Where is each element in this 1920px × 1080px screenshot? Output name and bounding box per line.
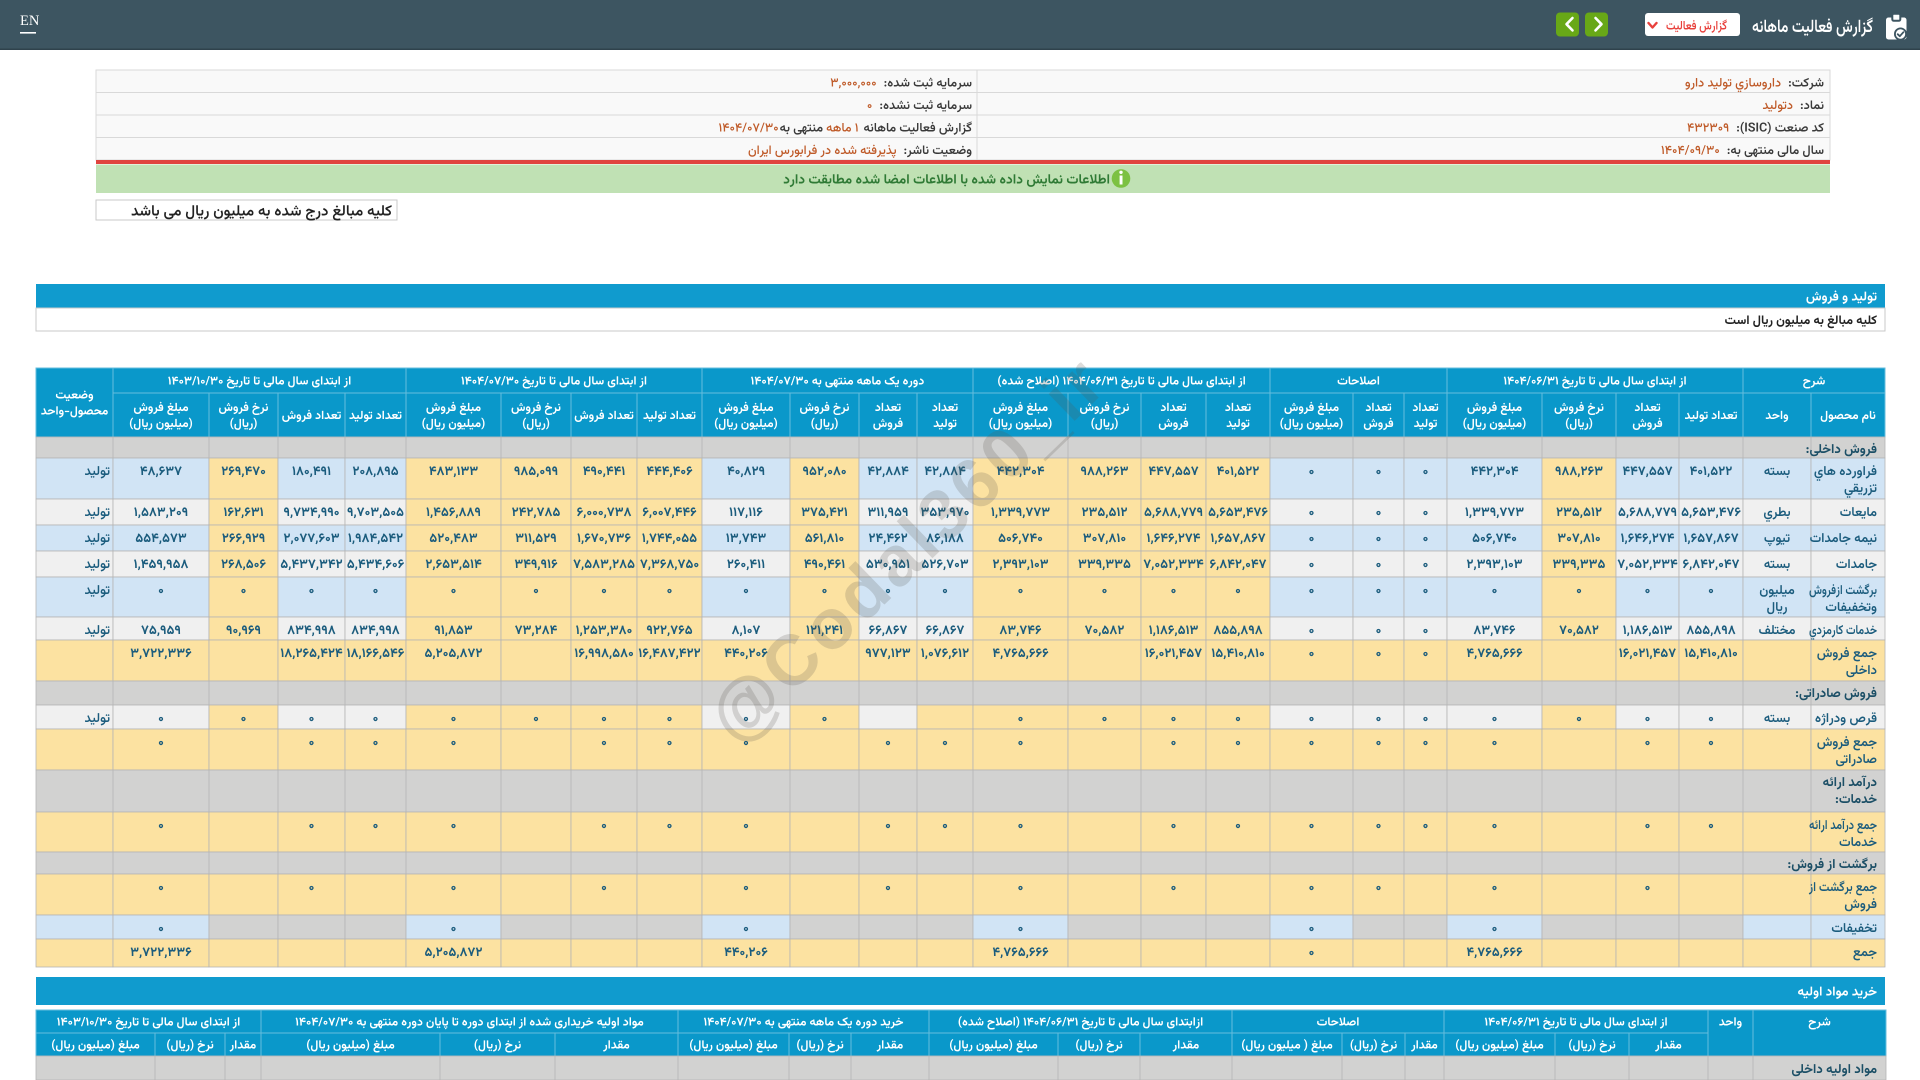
svg-text:EN: EN (20, 13, 40, 29)
